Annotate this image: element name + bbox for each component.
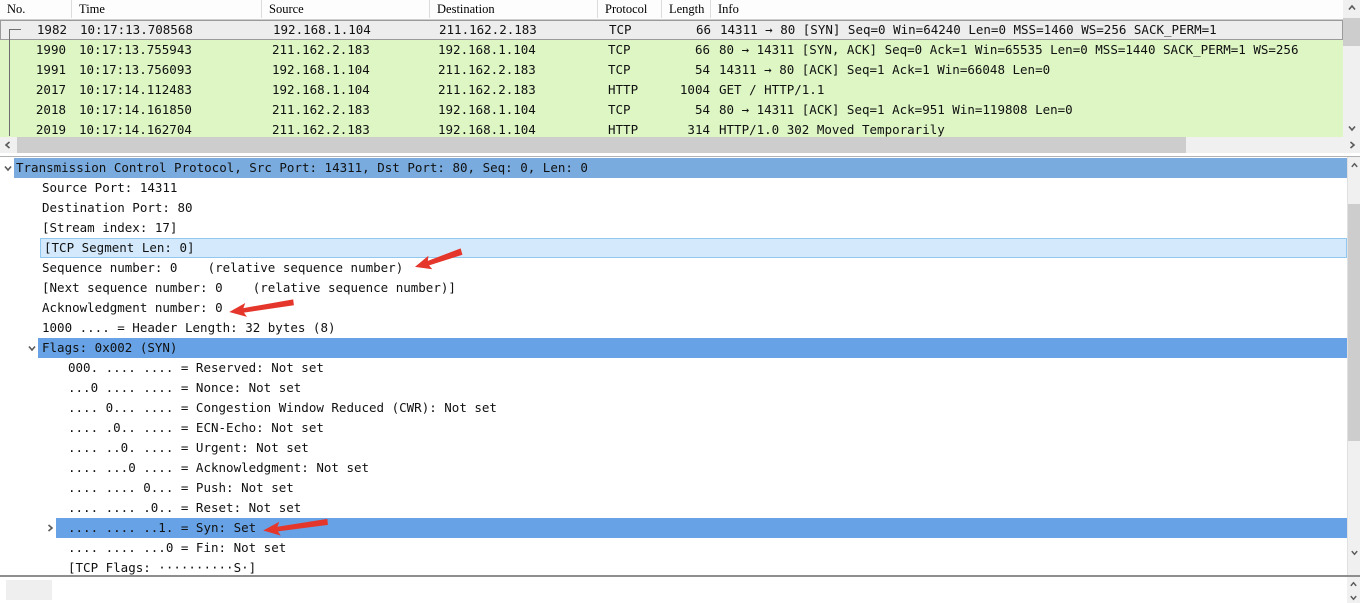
detail-row-nonce[interactable]: ...0 .... .... = Nonce: Not set xyxy=(0,378,1347,398)
packet-bytes-pane: 0020 02 b7 37 e7 00 50 00 8f ca 36 00 00… xyxy=(0,575,1360,603)
expander-down-icon[interactable] xyxy=(27,343,37,353)
detail-row-ecn-echo[interactable]: .... .0.. .... = ECN-Echo: Not set xyxy=(0,418,1347,438)
scroll-right-button[interactable] xyxy=(1344,137,1360,153)
detail-row-sequence-number[interactable]: Sequence number: 0 (relative sequence nu… xyxy=(0,258,1347,278)
column-header-info[interactable]: Info xyxy=(711,0,1343,18)
detail-row-flags[interactable]: Flags: 0x002 (SYN) xyxy=(0,338,1347,358)
conversation-bracket-line xyxy=(9,29,10,136)
vscroll-thumb[interactable] xyxy=(1348,204,1360,441)
detail-row-acknowledgment-number[interactable]: Acknowledgment number: 0 xyxy=(0,298,1347,318)
detail-row-tcp-flags-summary[interactable]: [TCP Flags: ··········S·] xyxy=(0,558,1347,576)
packet-list-vscrollbar[interactable] xyxy=(1343,0,1360,137)
column-header-length[interactable]: Length xyxy=(662,0,711,18)
scroll-down-button[interactable] xyxy=(1343,120,1360,136)
detail-row-acknowledgment-flag[interactable]: .... ...0 .... = Acknowledgment: Not set xyxy=(0,458,1347,478)
column-header-no[interactable]: No. xyxy=(0,0,72,18)
detail-row-syn[interactable]: .... .... ..1. = Syn: Set xyxy=(0,518,1347,538)
detail-row-reset[interactable]: .... .... .0.. = Reset: Not set xyxy=(0,498,1347,518)
chevron-up-icon xyxy=(1349,580,1358,589)
chevron-right-icon xyxy=(1347,140,1357,150)
packet-list-pane: No. Time Source Destination Protocol Len… xyxy=(0,0,1360,153)
detail-row-header-length[interactable]: 1000 .... = Header Length: 32 bytes (8) xyxy=(0,318,1347,338)
column-header-destination[interactable]: Destination xyxy=(430,0,598,18)
chevron-down-icon xyxy=(1350,548,1359,557)
packet-row-1990[interactable]: 1990 10:17:13.755943 211.162.2.183 192.1… xyxy=(0,40,1343,60)
column-header-protocol[interactable]: Protocol xyxy=(598,0,662,18)
details-vscrollbar[interactable] xyxy=(1347,157,1360,576)
packet-row-2018[interactable]: 2018 10:17:14.161850 211.162.2.183 192.1… xyxy=(0,100,1343,120)
detail-row-reserved[interactable]: 000. .... .... = Reserved: Not set xyxy=(0,358,1347,378)
packet-details-pane: Transmission Control Protocol, Src Port:… xyxy=(0,156,1360,576)
chevron-left-icon xyxy=(3,140,13,150)
packet-row-1991[interactable]: 1991 10:17:13.756093 192.168.1.104 211.1… xyxy=(0,60,1343,80)
chevron-down-icon xyxy=(1347,123,1357,133)
field-highlight xyxy=(40,238,1347,258)
bytes-vscrollbar[interactable] xyxy=(1347,577,1360,603)
wireshark-window: No. Time Source Destination Protocol Len… xyxy=(0,0,1360,603)
selection-highlight xyxy=(38,338,1347,358)
packet-row-2017[interactable]: 2017 10:17:14.112483 192.168.1.104 211.1… xyxy=(0,80,1343,100)
offset-band xyxy=(6,580,52,600)
packet-list-hscrollbar[interactable] xyxy=(0,137,1360,153)
conversation-bracket-tick xyxy=(9,29,21,30)
scroll-up-button[interactable] xyxy=(1348,159,1360,172)
hex-row: 0020 02 b7 37 e7 00 50 00 8f ca 36 00 00… xyxy=(0,580,1347,600)
detail-row-urgent[interactable]: .... ..0. .... = Urgent: Not set xyxy=(0,438,1347,458)
chevron-down-icon xyxy=(1349,593,1358,602)
hscroll-thumb[interactable] xyxy=(17,137,1186,153)
column-header-source[interactable]: Source xyxy=(262,0,430,18)
expander-down-icon[interactable] xyxy=(3,163,13,173)
detail-row-fin[interactable]: .... .... ...0 = Fin: Not set xyxy=(0,538,1347,558)
vscroll-thumb[interactable] xyxy=(1343,18,1360,46)
scroll-down-button[interactable] xyxy=(1347,591,1360,603)
scroll-up-button[interactable] xyxy=(1347,578,1360,591)
detail-row-segment-len[interactable]: [TCP Segment Len: 0] xyxy=(0,238,1347,258)
detail-row-cwr[interactable]: .... 0... .... = Congestion Window Reduc… xyxy=(0,398,1347,418)
detail-row-next-sequence-number[interactable]: [Next sequence number: 0 (relative seque… xyxy=(0,278,1347,298)
packet-list-header: No. Time Source Destination Protocol Len… xyxy=(0,0,1343,20)
detail-row-destination-port[interactable]: Destination Port: 80 xyxy=(0,198,1347,218)
detail-row-source-port[interactable]: Source Port: 14311 xyxy=(0,178,1347,198)
scroll-left-button[interactable] xyxy=(0,137,16,153)
column-header-time[interactable]: Time xyxy=(72,0,262,18)
expander-right-icon[interactable] xyxy=(45,523,55,533)
detail-row-tcp[interactable]: Transmission Control Protocol, Src Port:… xyxy=(0,158,1347,178)
scroll-up-button[interactable] xyxy=(1343,0,1360,16)
chevron-up-icon xyxy=(1347,3,1357,13)
packet-row-1982[interactable]: 1982 10:17:13.708568 192.168.1.104 211.1… xyxy=(0,20,1343,40)
chevron-up-icon xyxy=(1350,161,1359,170)
scroll-down-button[interactable] xyxy=(1348,546,1360,559)
packet-row-2019[interactable]: 2019 10:17:14.162704 211.162.2.183 192.1… xyxy=(0,120,1343,137)
detail-row-stream-index[interactable]: [Stream index: 17] xyxy=(0,218,1347,238)
detail-row-push[interactable]: .... .... 0... = Push: Not set xyxy=(0,478,1347,498)
